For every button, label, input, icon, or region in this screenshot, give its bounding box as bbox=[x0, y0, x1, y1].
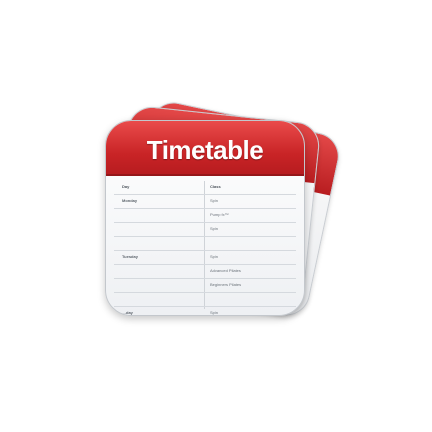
table-row: Tuesday Spin bbox=[114, 251, 296, 265]
row-class: Pump fx™ bbox=[210, 212, 229, 217]
timetable-table: Day Class Monday Spin Pump fx™ Spin Tues… bbox=[114, 181, 296, 315]
table-row: Spin bbox=[114, 223, 296, 237]
table-row: Beginners Pilates bbox=[114, 279, 296, 293]
row-class: Advanced Pilates bbox=[210, 268, 241, 273]
table-row bbox=[114, 293, 296, 307]
row-day: Monday bbox=[122, 198, 138, 203]
row-class: Spin bbox=[210, 254, 219, 259]
front-card: Timetable Day Class Monday Spin Pump fx™… bbox=[105, 120, 305, 316]
title-band: Timetable bbox=[106, 121, 304, 176]
row-day: Tuesday bbox=[122, 254, 138, 259]
table-row bbox=[114, 237, 296, 251]
row-day: …day bbox=[122, 310, 133, 315]
row-class: Spin bbox=[210, 198, 219, 203]
timetable-app-icon: …am …am …pm …pm …pm …pm Timetable Day Cl… bbox=[0, 0, 432, 432]
header-class: Class bbox=[210, 184, 221, 189]
row-class: Spin bbox=[210, 226, 219, 231]
table-row: Monday Spin bbox=[114, 195, 296, 209]
row-class: Beginners Pilates bbox=[210, 282, 242, 287]
app-title: Timetable bbox=[146, 135, 264, 165]
table-row: …day Spin bbox=[114, 307, 296, 315]
header-day: Day bbox=[122, 184, 130, 189]
row-class: Spin bbox=[210, 310, 219, 315]
table-row: Pump fx™ bbox=[114, 209, 296, 223]
table-header-row: Day Class bbox=[114, 181, 296, 195]
table-row: Advanced Pilates bbox=[114, 265, 296, 279]
